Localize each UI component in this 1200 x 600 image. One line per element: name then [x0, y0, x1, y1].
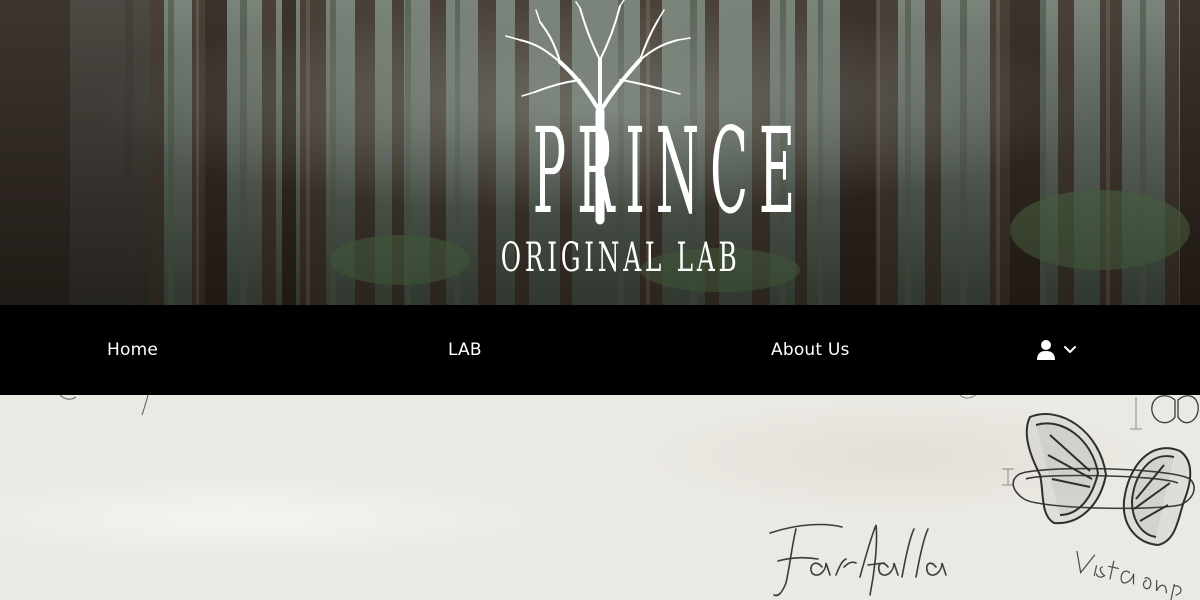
logo-subtitle: ORIGINAL LAB — [500, 235, 741, 281]
user-icon — [1037, 340, 1055, 360]
main-navigation: Home LAB About Us — [0, 305, 1200, 395]
nav-link-about-us[interactable]: About Us — [771, 305, 850, 395]
nav-link-home[interactable]: Home — [107, 305, 158, 395]
butterfly-ring-sketch — [59, 395, 1199, 600]
sketch-paper-section — [0, 395, 1200, 600]
account-menu-button[interactable] — [1036, 334, 1080, 366]
brand-logo[interactable]: PRINCE ORIGINAL LAB — [440, 0, 807, 290]
chevron-down-icon — [1064, 346, 1076, 353]
hero-banner: PRINCE ORIGINAL LAB — [0, 0, 1200, 305]
nav-link-lab[interactable]: LAB — [448, 305, 482, 395]
logo-wordmark: PRINCE — [532, 102, 807, 240]
